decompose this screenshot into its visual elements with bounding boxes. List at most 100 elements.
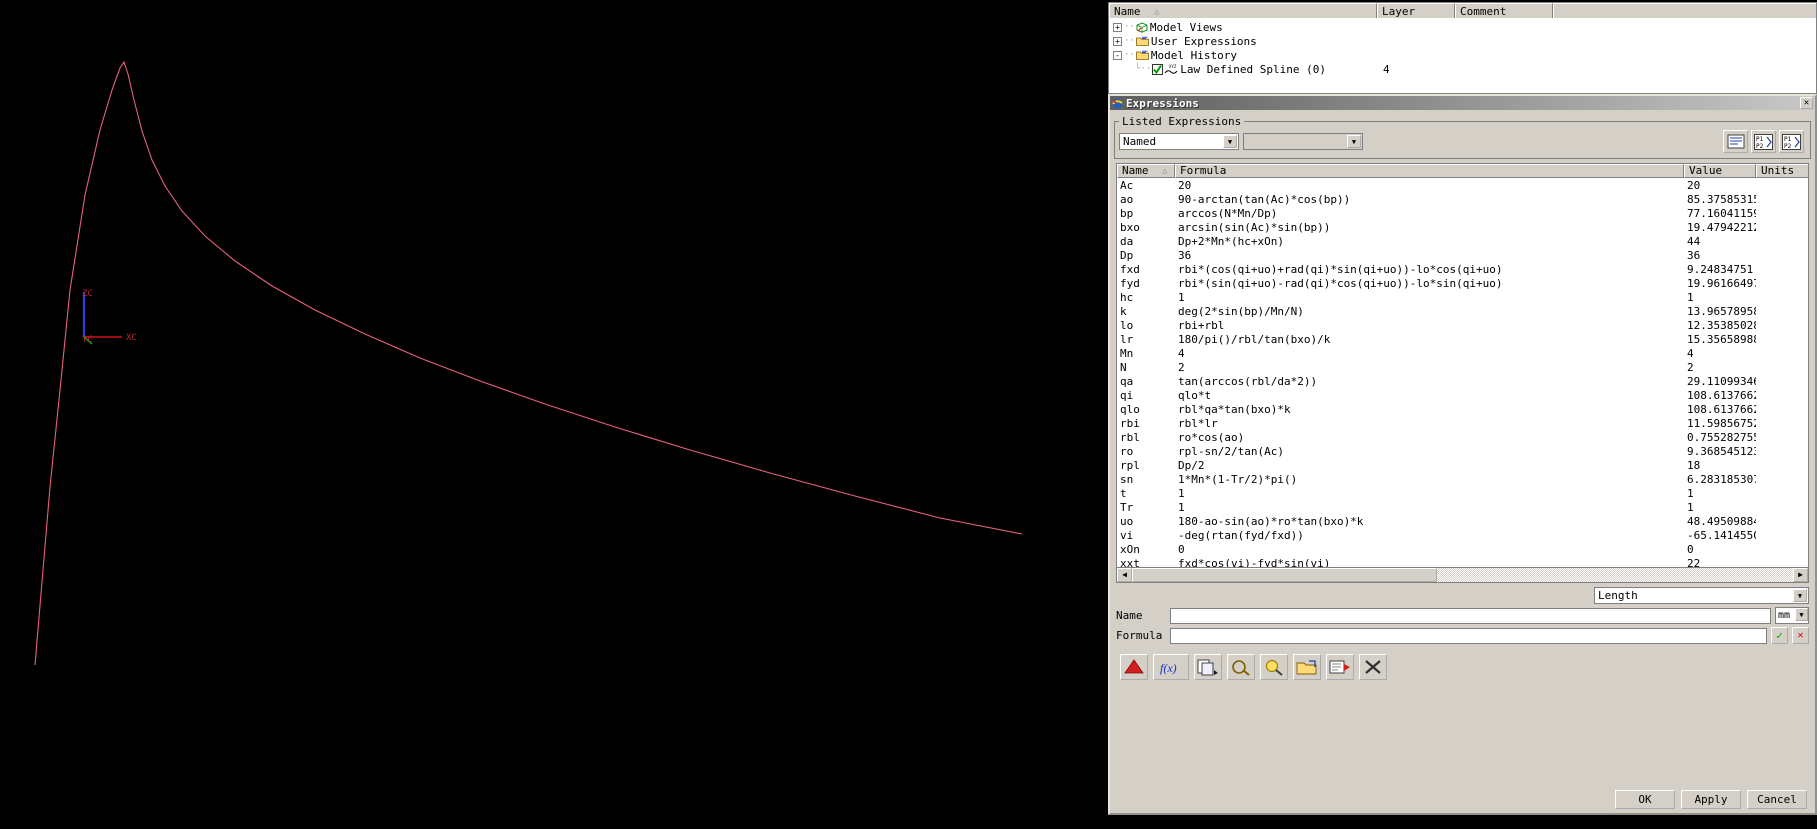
cell-value: 9.24834751 [1687, 262, 1754, 276]
scroll-left-icon[interactable]: ◀ [1117, 568, 1132, 582]
tree-item-law-defined-spline-0[interactable]: └·· XYZ Law Defined Spline (0) 4 [1109, 62, 1816, 76]
cell-value: 19.96166497 [1687, 276, 1756, 290]
cell-value: 44 [1687, 234, 1701, 248]
folder-icon [1135, 50, 1149, 61]
cell-formula: 4 [1178, 346, 1185, 360]
tree-item-model-views[interactable]: + ·· Model Views [1109, 20, 1816, 34]
table-row[interactable]: lo rbi+rbl 12.35385028 [1117, 318, 1808, 332]
table-row[interactable]: lr 180/pi()/rbl/tan(bxo)/k 15.35658988 [1117, 332, 1808, 346]
table-row[interactable]: N 2 2 [1117, 360, 1808, 374]
table-row[interactable]: sn 1*Mn*(1-Tr/2)*pi() 6.283185307 [1117, 472, 1808, 486]
formula-input[interactable] [1170, 627, 1767, 644]
scrollbar-track[interactable] [1437, 568, 1793, 582]
expand-icon[interactable]: + [1113, 36, 1122, 46]
graphics-viewport[interactable]: ZC YC XC [0, 0, 1100, 829]
chevron-down-icon[interactable]: ▼ [1347, 135, 1361, 148]
new-expression-button[interactable] [1723, 130, 1748, 153]
table-row[interactable]: qlo rbl*qa*tan(bxo)*k 108.6137662 [1117, 402, 1808, 416]
close-icon[interactable]: ✕ [1800, 97, 1813, 109]
table-row[interactable]: bxo arcsin(sin(Ac)*sin(bp)) 19.47942212 [1117, 220, 1808, 234]
dialog-title-bar[interactable]: Expressions ✕ [1110, 96, 1815, 110]
search-expression-button[interactable] [1260, 654, 1288, 680]
delete-expression-button[interactable] [1120, 654, 1148, 680]
navigator-column-name[interactable]: Name △ [1109, 3, 1377, 18]
collapse-icon[interactable]: - [1113, 50, 1122, 60]
table-row[interactable]: Tr 1 1 [1117, 500, 1808, 514]
part-navigator[interactable]: Name △ Layer Comment + ·· Model Views + ·· Us… [1108, 2, 1817, 94]
scroll-right-icon[interactable]: ▶ [1793, 568, 1808, 582]
unit-type-value: Length [1598, 589, 1638, 602]
p1-p2-list-button[interactable]: P1 P2 [1751, 130, 1776, 153]
p1-p2-edit-button[interactable]: P1 P2 [1779, 130, 1804, 153]
table-row[interactable]: hc 1 1 [1117, 290, 1808, 304]
name-input[interactable] [1170, 607, 1771, 624]
ok-button[interactable]: OK [1615, 790, 1675, 809]
table-row[interactable]: Mn 4 4 [1117, 346, 1808, 360]
table-row[interactable]: da Dp+2*Mn*(hc+xOn) 44 [1117, 234, 1808, 248]
checkbox-checked-icon[interactable] [1152, 63, 1164, 75]
scrollbar-thumb[interactable] [1132, 568, 1437, 582]
table-row[interactable]: k deg(2*sin(bp)/Mn/N) 13.96578958 [1117, 304, 1808, 318]
wcs-y-label: YC [82, 335, 93, 345]
open-file-button[interactable] [1293, 654, 1321, 680]
cell-value: 18 [1687, 458, 1701, 472]
table-row[interactable]: uo 180-ao-sin(ao)*ro*tan(bxo)*k 48.4950988… [1117, 514, 1808, 528]
expression-filter-select[interactable]: Named ▼ [1119, 133, 1239, 150]
cell-name: ao [1120, 192, 1134, 206]
cell-name: ro [1120, 444, 1134, 458]
cancel-button[interactable]: Cancel [1747, 790, 1807, 809]
cell-name: k [1120, 304, 1127, 318]
table-row[interactable]: fxd rbi*(cos(qi+uo)+rad(qi)*sin(qi+uo))-l… [1117, 262, 1808, 276]
chevron-down-icon[interactable]: ▼ [1793, 589, 1807, 602]
name-units-value: mm [1778, 610, 1791, 621]
chevron-down-icon[interactable]: ▼ [1795, 608, 1808, 621]
cell-value: 1 [1687, 500, 1694, 514]
column-header-formula-label: Formula [1180, 164, 1227, 177]
expand-icon[interactable]: + [1113, 22, 1122, 32]
tree-item-user-expressions[interactable]: + ·· User Expressions [1109, 34, 1816, 48]
table-row[interactable]: t 1 1 [1117, 486, 1808, 500]
table-row[interactable]: qa tan(arccos(rbl/da*2)) 29.11099346 [1117, 374, 1808, 388]
dialog-title: Expressions [1126, 96, 1199, 110]
apply-button[interactable]: Apply [1681, 790, 1741, 809]
expressions-table[interactable]: Name △ Formula Value Units Ac 20 20 ao 90-ar… [1116, 163, 1809, 583]
table-row[interactable]: rpl Dp/2 18 [1117, 458, 1808, 472]
navigator-column-comment[interactable]: Comment [1455, 3, 1553, 18]
table-row[interactable]: fyd rbi*(sin(qi+uo)-rad(qi)*cos(qi+uo))-l… [1117, 276, 1808, 290]
table-row[interactable]: qi qlo*t 108.6137662 [1117, 388, 1808, 402]
table-row[interactable]: Dp 36 36 [1117, 248, 1808, 262]
tree-connector: ·· [1124, 50, 1135, 60]
cell-value: 13.96578958 [1687, 304, 1756, 318]
table-row[interactable]: rbl ro*cos(ao) 0.7552827555 [1117, 430, 1808, 444]
copy-expression-button[interactable] [1194, 654, 1222, 680]
function-button[interactable]: f(x) [1153, 654, 1189, 680]
clear-button[interactable] [1359, 654, 1387, 680]
table-row[interactable]: ao 90-arctan(tan(Ac)*cos(bp)) 85.37585315 [1117, 192, 1808, 206]
cell-value: 6.283185307 [1687, 472, 1756, 486]
cell-value: 0 [1687, 542, 1694, 556]
table-row[interactable]: xOn 0 0 [1117, 542, 1808, 556]
tree-connector: ·· [1124, 36, 1135, 46]
table-row[interactable]: vi -deg(rtan(fyd/fxd)) -65.14145505 [1117, 528, 1808, 542]
column-header-name[interactable]: Name △ [1117, 164, 1175, 178]
table-row[interactable]: ro rpl-sn/2/tan(Ac) 9.368545123 [1117, 444, 1808, 458]
accept-formula-button[interactable]: ✓ [1771, 627, 1788, 644]
column-header-formula[interactable]: Formula [1175, 164, 1684, 178]
table-row[interactable]: rbi rbl*lr 11.59856752 [1117, 416, 1808, 430]
horizontal-scrollbar[interactable]: ◀ ▶ [1117, 567, 1808, 582]
table-row[interactable]: bp arccos(N*Mn/Dp) 77.16041159 [1117, 206, 1808, 220]
tree-item-model-history[interactable]: - ·· Model History [1109, 48, 1816, 62]
unit-type-select[interactable]: Length ▼ [1594, 587, 1809, 604]
column-header-units[interactable]: Units [1756, 164, 1808, 178]
export-button[interactable] [1326, 654, 1354, 680]
column-header-value[interactable]: Value [1684, 164, 1756, 178]
expression-group-select[interactable]: ▼ [1243, 133, 1363, 150]
table-row[interactable]: Ac 20 20 [1117, 178, 1808, 192]
navigator-column-layer[interactable]: Layer [1377, 3, 1455, 18]
chevron-down-icon[interactable]: ▼ [1223, 135, 1237, 148]
measure-button[interactable] [1227, 654, 1255, 680]
reject-formula-button[interactable]: ✕ [1792, 627, 1809, 644]
cell-name: vi [1120, 528, 1134, 542]
cross-icon: ✕ [1797, 630, 1804, 641]
name-units-select[interactable]: mm ▼ [1775, 607, 1809, 624]
